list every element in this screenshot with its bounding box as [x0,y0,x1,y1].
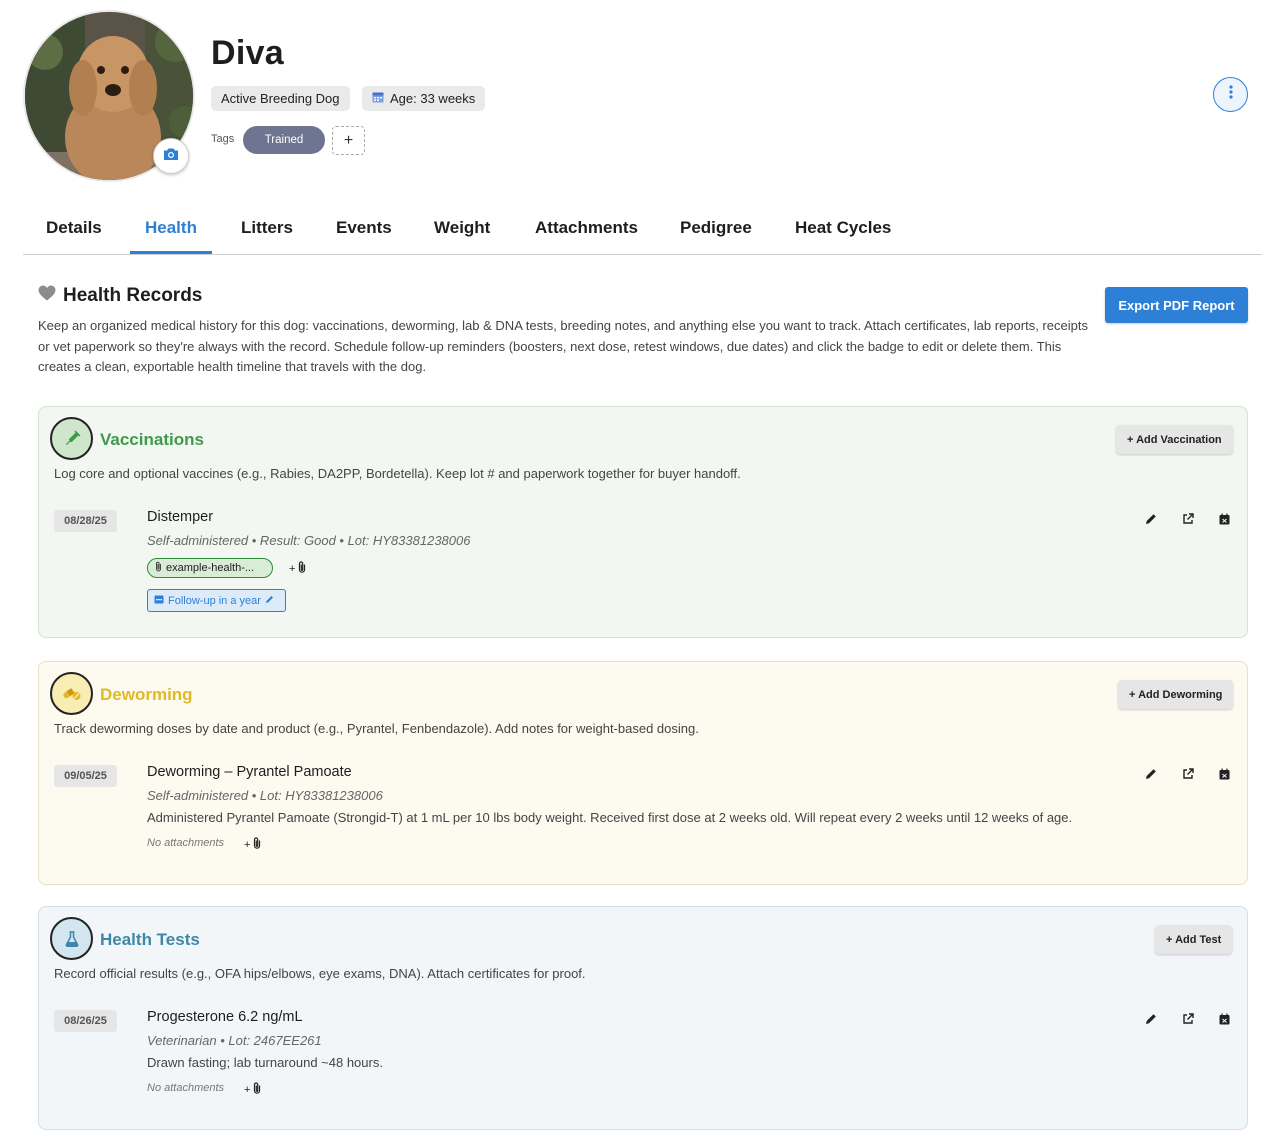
add-attachment-button[interactable]: + [244,1082,262,1097]
more-options-button[interactable] [1213,77,1248,112]
paperclip-icon [252,837,262,852]
tab-pedigree[interactable]: Pedigree [680,218,752,238]
deworming-title: Deworming [100,685,193,704]
delete-record-button[interactable] [1206,767,1243,785]
add-attachment-button[interactable]: + [244,837,262,852]
edit-record-button[interactable] [1132,767,1169,785]
record-meta: Self-administered • Lot: HY83381238006 [147,788,383,803]
age-label: Age: 33 weeks [390,91,476,106]
attachment-pill[interactable]: example-health-... [147,558,273,578]
record-actions [1132,512,1243,530]
record-note: Drawn fasting; lab turnaround ~48 hours. [147,1055,383,1070]
attachment-name: example-health-... [166,562,255,574]
pills-icon [50,672,93,715]
record-date-badge: 08/28/25 [54,510,117,532]
pencil-icon [265,595,274,607]
pencil-icon [1145,1012,1157,1030]
external-link-icon [1182,1012,1194,1030]
dog-name: Diva [211,34,285,72]
tags-label: Tags [211,133,235,145]
paperclip-icon [252,1082,262,1097]
health-records-title: Health Records [63,285,203,306]
tab-weight[interactable]: Weight [434,218,490,238]
add-vaccination-button[interactable]: + Add Vaccination [1116,425,1233,454]
edit-record-button[interactable] [1132,1012,1169,1030]
profile-tabs: Details Health Litters Events Weight Att… [23,206,1262,255]
change-photo-button[interactable] [153,138,189,174]
add-attachment-button[interactable]: + [289,561,307,576]
vaccinations-description: Log core and optional vaccines (e.g., Ra… [54,466,741,481]
record-title: Progesterone 6.2 ng/mL [147,1009,303,1025]
external-link-icon [1182,767,1194,785]
export-pdf-button[interactable]: Export PDF Report [1105,287,1248,323]
paperclip-icon [154,561,163,575]
record-date-badge: 09/05/25 [54,765,117,787]
record-date-badge: 08/26/25 [54,1010,117,1032]
tab-heat-cycles[interactable]: Heat Cycles [795,218,891,238]
add-attachment-plus: + [244,1083,251,1096]
syringe-icon [50,417,93,460]
followup-badge[interactable]: Follow-up in a year [147,589,286,612]
heart-icon [38,285,56,307]
calendar-delete-icon [1219,767,1230,785]
tab-litters[interactable]: Litters [241,218,293,238]
no-attachments-label: No attachments [147,837,225,849]
deworming-description: Track deworming doses by date and produc… [54,721,699,736]
vaccinations-section: Vaccinations Log core and optional vacci… [38,406,1248,638]
tab-details[interactable]: Details [46,218,102,238]
add-attachment-plus: + [289,562,296,575]
camera-icon [163,147,179,166]
calendar-delete-icon [1219,1012,1230,1030]
add-test-button[interactable]: + Add Test [1155,925,1233,954]
add-deworming-button[interactable]: + Add Deworming [1118,680,1234,709]
calendar-icon [372,91,384,106]
followup-label: Follow-up in a year [168,594,261,607]
open-record-button[interactable] [1169,767,1206,785]
delete-record-button[interactable] [1206,1012,1243,1030]
open-record-button[interactable] [1169,1012,1206,1030]
record-note: Administered Pyrantel Pamoate (Strongid-… [147,810,1073,825]
record-meta: Veterinarian • Lot: 2467EE261 [147,1033,322,1048]
health-tests-title: Health Tests [100,930,200,949]
health-tests-description: Record official results (e.g., OFA hips/… [54,966,586,981]
flask-icon [50,917,93,960]
delete-record-button[interactable] [1206,512,1243,530]
record-actions [1132,767,1243,785]
pencil-icon [1145,512,1157,530]
tag-trained[interactable]: Trained [243,126,325,154]
record-title: Distemper [147,509,214,525]
health-records-heading: Health Records [38,285,202,307]
age-chip: Age: 33 weeks [362,86,486,111]
health-tests-section: Health Tests Record official results (e.… [38,906,1248,1130]
record-actions [1132,1012,1243,1030]
tab-attachments[interactable]: Attachments [535,218,638,238]
deworming-section: Deworming Track deworming doses by date … [38,661,1248,885]
paperclip-icon [297,561,307,576]
active-tab-indicator [130,251,212,254]
calendar-icon [154,594,164,607]
tab-events[interactable]: Events [336,218,392,238]
more-vertical-icon [1228,85,1233,104]
pencil-icon [1145,767,1157,785]
vaccinations-title: Vaccinations [100,430,204,449]
status-chip: Active Breeding Dog [211,86,350,111]
health-records-description: Keep an organized medical history for th… [38,318,1088,374]
record-meta: Self-administered • Result: Good • Lot: … [147,533,471,548]
edit-record-button[interactable] [1132,512,1169,530]
add-attachment-plus: + [244,838,251,851]
record-title: Deworming – Pyrantel Pamoate [147,764,352,780]
calendar-delete-icon [1219,512,1230,530]
external-link-icon [1182,512,1194,530]
add-tag-button[interactable]: + [332,126,365,155]
profile-photo-area [23,10,195,182]
status-label: Active Breeding Dog [221,91,340,106]
no-attachments-label: No attachments [147,1082,225,1094]
open-record-button[interactable] [1169,512,1206,530]
tab-health[interactable]: Health [145,218,197,238]
